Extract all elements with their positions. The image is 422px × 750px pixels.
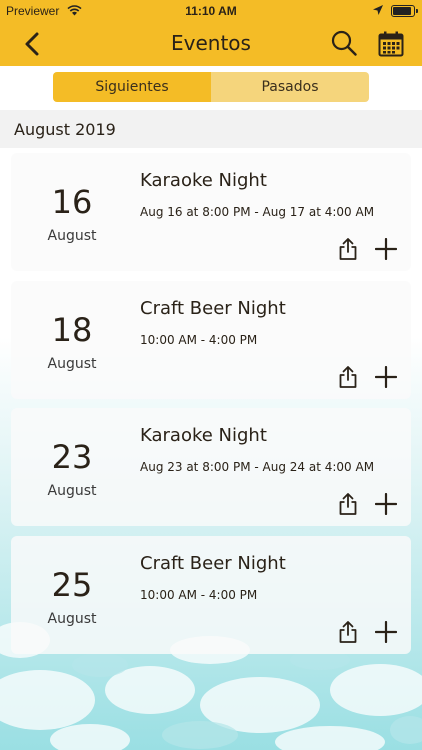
plus-icon[interactable] bbox=[375, 621, 397, 643]
segment-bar: Siguientes Pasados bbox=[0, 66, 422, 110]
event-card[interactable]: 25 August Craft Beer Night 10:00 AM - 4:… bbox=[11, 536, 411, 654]
event-month: August bbox=[47, 228, 97, 244]
event-name: Craft Beer Night bbox=[140, 553, 286, 574]
status-bar: Previewer 11:10 AM bbox=[0, 0, 422, 22]
chevron-left-icon[interactable] bbox=[20, 30, 46, 58]
navigation-bar: Eventos bbox=[0, 22, 422, 66]
page-title: Eventos bbox=[171, 31, 251, 55]
month-label: August 2019 bbox=[14, 120, 116, 139]
event-name: Karaoke Night bbox=[140, 170, 267, 191]
plus-icon[interactable] bbox=[375, 366, 397, 388]
event-month: August bbox=[47, 611, 97, 627]
location-arrow-icon bbox=[373, 5, 383, 15]
search-icon[interactable] bbox=[331, 30, 357, 56]
share-icon[interactable] bbox=[338, 365, 358, 389]
event-time: 10:00 AM - 4:00 PM bbox=[140, 588, 258, 602]
plus-icon[interactable] bbox=[375, 238, 397, 260]
battery-icon bbox=[391, 5, 418, 17]
events-segmented-control: Siguientes Pasados bbox=[53, 72, 369, 102]
share-icon[interactable] bbox=[338, 492, 358, 516]
event-month: August bbox=[47, 356, 97, 372]
calendar-icon[interactable] bbox=[378, 31, 404, 57]
share-icon[interactable] bbox=[338, 237, 358, 261]
share-icon[interactable] bbox=[338, 620, 358, 644]
event-time: Aug 23 at 8:00 PM - Aug 24 at 4:00 AM bbox=[140, 460, 375, 474]
event-day: 23 bbox=[51, 438, 93, 476]
event-card[interactable]: 16 August Karaoke Night Aug 16 at 8:00 P… bbox=[11, 153, 411, 271]
event-month: August bbox=[47, 483, 97, 499]
tab-past[interactable]: Pasados bbox=[211, 72, 369, 102]
event-day: 25 bbox=[51, 566, 93, 604]
event-time: Aug 16 at 8:00 PM - Aug 17 at 4:00 AM bbox=[140, 205, 375, 219]
event-card[interactable]: 18 August Craft Beer Night 10:00 AM - 4:… bbox=[11, 281, 411, 399]
event-day: 18 bbox=[51, 311, 93, 349]
status-time: 11:10 AM bbox=[185, 4, 237, 18]
event-day: 16 bbox=[51, 183, 93, 221]
plus-icon[interactable] bbox=[375, 493, 397, 515]
top-bar: Previewer 11:10 AM Eventos bbox=[0, 0, 422, 66]
event-name: Karaoke Night bbox=[140, 425, 267, 446]
tab-upcoming[interactable]: Siguientes bbox=[53, 72, 211, 102]
event-time: 10:00 AM - 4:00 PM bbox=[140, 333, 258, 347]
event-name: Craft Beer Night bbox=[140, 298, 286, 319]
event-card[interactable]: 23 August Karaoke Night Aug 23 at 8:00 P… bbox=[11, 408, 411, 526]
month-section-header: August 2019 bbox=[0, 110, 422, 148]
